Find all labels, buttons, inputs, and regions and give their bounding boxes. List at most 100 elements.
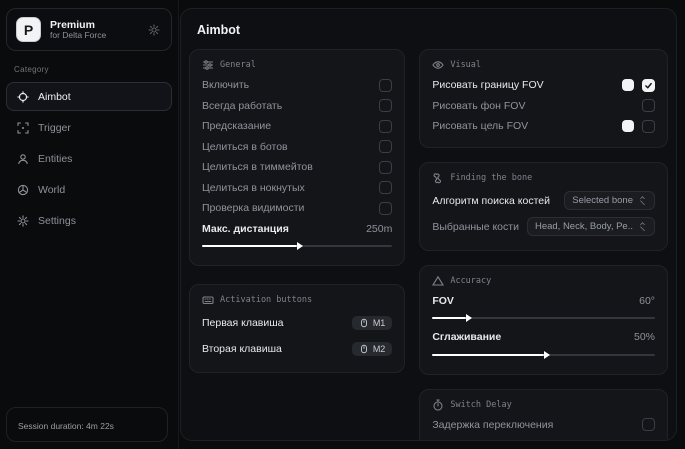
sidebar-item-world[interactable]: World [6, 175, 172, 204]
checkbox[interactable] [379, 79, 392, 92]
timer-icon [432, 399, 444, 411]
slider-value: 60° [639, 295, 655, 307]
slider-value: 250m [366, 223, 392, 235]
setting-row: Задержка переключения [432, 415, 655, 436]
card-general: GeneralВключитьВсегда работатьПредсказан… [189, 49, 405, 266]
card-switch-delay: Switch Delay Задержка переключения Задержк… [419, 389, 668, 442]
product-card: P Premium for Delta Force [6, 8, 172, 51]
slider[interactable] [432, 350, 655, 360]
card-title: General [220, 60, 256, 70]
sidebar-item-label: Settings [38, 215, 76, 227]
card-visual: Visual Рисовать границу FOV Рисовать фон F… [419, 49, 668, 148]
keybind-value: M1 [373, 318, 386, 328]
setting-row: Макс. дистанция 250m [202, 219, 392, 252]
setting-label: Целиться в ботов [202, 141, 371, 153]
checkbox[interactable] [642, 99, 655, 112]
color-swatch[interactable] [622, 79, 634, 91]
category-label: Category [14, 65, 172, 74]
gear-icon [16, 214, 29, 227]
checkbox[interactable] [642, 418, 655, 431]
slider-thumb[interactable] [466, 314, 472, 322]
setting-row: Задержка переключения (мс) 1000 ms [432, 435, 655, 441]
sidebar-item-settings[interactable]: Settings [6, 206, 172, 235]
chevron-updown-icon [638, 196, 647, 205]
setting-label: Проверка видимости [202, 202, 371, 214]
slider-thumb[interactable] [297, 242, 303, 250]
setting-row: Включить [202, 75, 392, 96]
triangle-icon [432, 275, 444, 287]
right-column: Visual Рисовать границу FOV Рисовать фон F… [419, 49, 668, 441]
eye-icon [432, 59, 444, 71]
setting-row: Рисовать границу FOV [432, 75, 655, 96]
card-title: Activation buttons [220, 295, 312, 305]
card-finding-the-bone: Finding the bone Алгоритм поиска костей Se… [419, 162, 668, 251]
checkbox[interactable] [379, 120, 392, 133]
setting-label: Макс. дистанция [202, 223, 358, 235]
setting-row: Предсказание [202, 116, 392, 137]
dropdown-value: Head, Neck, Body, Pe.. [535, 221, 633, 232]
dropdown[interactable]: Selected bone [564, 191, 655, 210]
setting-label: FOV [432, 295, 631, 307]
keybind-button[interactable]: M1 [352, 316, 393, 330]
setting-label: Задержка переключения [432, 419, 634, 431]
checkbox[interactable] [642, 120, 655, 133]
page-title: Aimbot [197, 23, 660, 37]
setting-label: Целиться в нокнутых [202, 182, 371, 194]
product-subtitle: for Delta Force [50, 31, 137, 41]
setting-row: Сглаживание50% [432, 327, 655, 360]
sidebar-item-entities[interactable]: Entities [6, 144, 172, 173]
checkbox[interactable] [642, 79, 655, 92]
slider-value: 1000 ms [615, 439, 655, 441]
setting-label: Включить [202, 79, 371, 91]
setting-label: Рисовать границу FOV [432, 79, 614, 91]
mouse-icon [359, 318, 369, 328]
product-logo: P [16, 17, 41, 42]
setting-label: Предсказание [202, 120, 371, 132]
setting-label: Первая клавиша [202, 317, 344, 329]
setting-label: Выбранные кости [432, 221, 519, 233]
main-panel: Aimbot GeneralВключитьВсегда работатьПре… [180, 8, 677, 441]
mouse-icon [359, 344, 369, 354]
sidebar-item-aimbot[interactable]: Aimbot [6, 82, 172, 111]
slider[interactable] [202, 241, 392, 251]
card-title: Finding the bone [450, 173, 532, 183]
setting-label: Алгоритм поиска костей [432, 195, 556, 207]
color-swatch[interactable] [622, 120, 634, 132]
checkbox[interactable] [379, 161, 392, 174]
setting-row: Рисовать цель FOV [432, 116, 655, 137]
checkbox[interactable] [379, 99, 392, 112]
slider-value: 50% [634, 331, 655, 343]
setting-row: Рисовать фон FOV [432, 96, 655, 117]
checkbox[interactable] [379, 181, 392, 194]
setting-label: Целиться в тиммейтов [202, 161, 371, 173]
world-icon [16, 183, 29, 196]
setting-row: FOV 60° [432, 291, 655, 324]
setting-label: Рисовать цель FOV [432, 120, 614, 132]
setting-row: Выбранные кости Head, Neck, Body, Pe.. [432, 214, 655, 240]
slider-thumb[interactable] [544, 351, 550, 359]
sidebar-item-trigger[interactable]: Trigger [6, 113, 172, 142]
card-title: Visual [450, 60, 481, 70]
sidebar-item-label: Trigger [38, 122, 71, 134]
trigger-icon [16, 121, 29, 134]
settings-gear-icon[interactable] [146, 22, 162, 38]
session-duration: Session duration: 4m 22s [6, 407, 168, 442]
slider[interactable] [432, 313, 655, 323]
crosshair-icon [16, 90, 29, 103]
tune-icon [202, 59, 214, 71]
setting-row: Целиться в ботов [202, 137, 392, 158]
left-column: GeneralВключитьВсегда работатьПредсказан… [189, 49, 405, 391]
card-activation-buttons: Activation buttons Первая клавиша M1 Вторая… [189, 284, 405, 373]
setting-row: Целиться в тиммейтов [202, 157, 392, 178]
setting-row: Целиться в нокнутых [202, 178, 392, 199]
card-title: Switch Delay [450, 400, 511, 410]
setting-row: Первая клавиша M1 [202, 310, 392, 336]
checkbox[interactable] [379, 140, 392, 153]
checkbox[interactable] [379, 202, 392, 215]
entities-icon [16, 152, 29, 165]
dropdown[interactable]: Head, Neck, Body, Pe.. [527, 217, 655, 236]
keybind-button[interactable]: M2 [352, 342, 393, 356]
keyboard-icon [202, 294, 214, 306]
setting-label: Задержка переключения (мс) [432, 439, 606, 441]
setting-label: Вторая клавиша [202, 343, 344, 355]
